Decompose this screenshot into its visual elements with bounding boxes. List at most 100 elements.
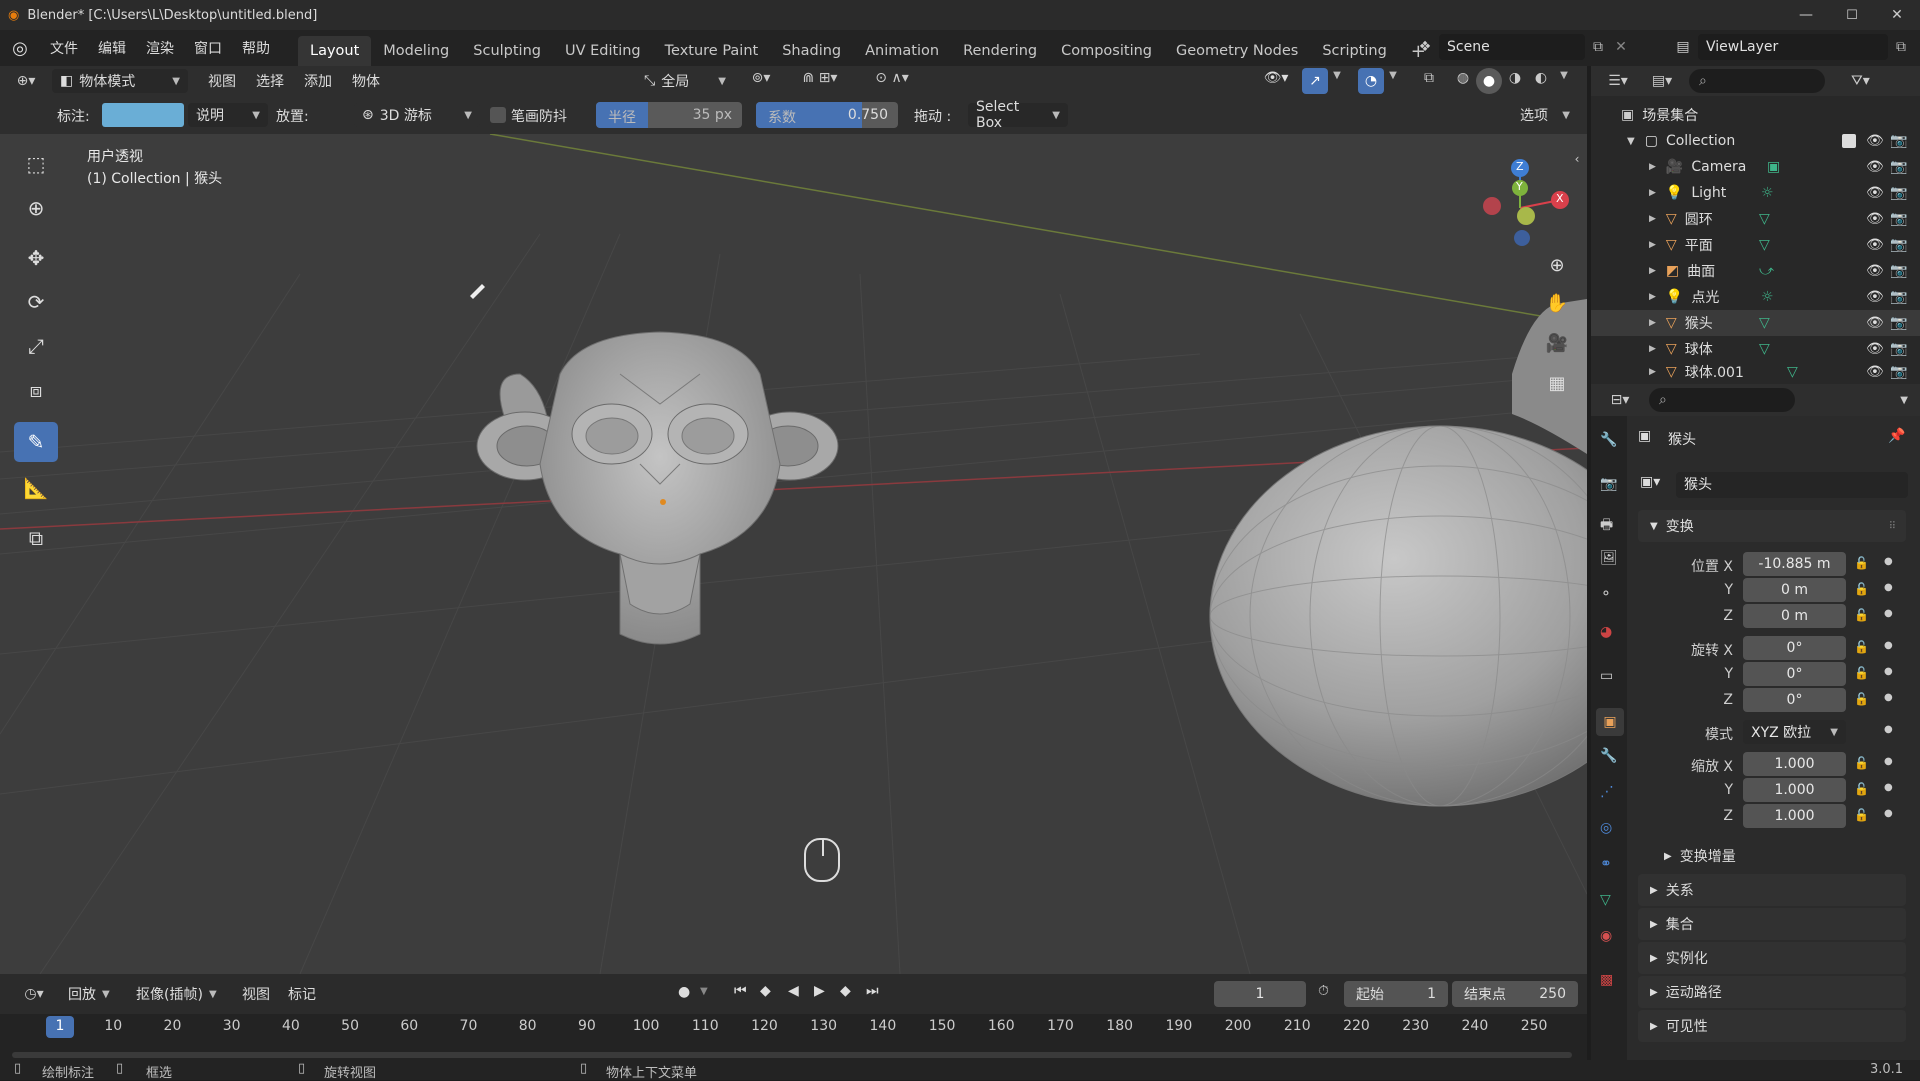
camera-render-icon[interactable]: 📷 xyxy=(1890,315,1907,331)
maximize-button[interactable]: ☐ xyxy=(1829,0,1875,30)
keyframe-dot-icon[interactable]: ● xyxy=(1884,640,1893,651)
tab-scripting[interactable]: Scripting xyxy=(1310,36,1398,66)
keying-menu[interactable]: 抠像(插帧) ▼ xyxy=(128,982,230,1006)
add-cube-tool[interactable]: ⧉ xyxy=(14,518,58,558)
overlay-menu-icon[interactable]: ▼ xyxy=(1386,70,1400,81)
gizmo-toggle-icon[interactable]: ↗ xyxy=(1302,68,1328,94)
rotation-x-field[interactable]: 0° xyxy=(1743,636,1846,660)
camera-render-icon[interactable]: 📷 xyxy=(1890,341,1907,357)
timeline-scrollbar[interactable] xyxy=(12,1052,1572,1058)
camera-render-icon[interactable]: 📷 xyxy=(1890,159,1907,175)
minimize-button[interactable]: — xyxy=(1783,0,1829,30)
transform-panel-header[interactable]: ▼ 变换 ⠿ xyxy=(1638,510,1906,542)
properties-editor-icon[interactable]: ⊟▾ xyxy=(1603,392,1637,408)
start-frame-field[interactable]: 起始 1 xyxy=(1344,981,1448,1007)
transform-orientation-dropdown[interactable]: ⤡ 全局 ▼ xyxy=(636,69,734,93)
object-tab-icon[interactable]: ▣ xyxy=(1596,708,1624,736)
expand-arrow-icon[interactable]: ▶ xyxy=(1649,344,1656,354)
playback-menu[interactable]: 回放 ▼ xyxy=(60,982,122,1006)
header-menu-view[interactable]: 视图 xyxy=(198,66,246,96)
outliner-item-sphere-001[interactable]: ▶ ▽ 球体.001 ▽ 👁 📷 xyxy=(1591,360,1920,384)
rotation-mode-dropdown[interactable]: XYZ 欧拉 ▼ xyxy=(1743,720,1846,744)
filter-icon[interactable]: ⛛▾ xyxy=(1851,73,1870,89)
gizmo-menu-icon[interactable]: ▼ xyxy=(1330,70,1344,81)
tab-texture-paint[interactable]: Texture Paint xyxy=(653,36,771,66)
material-tab-icon[interactable]: ◉ xyxy=(1600,928,1612,944)
outliner-collection[interactable]: ▼ ▢ Collection 👁 📷 xyxy=(1591,128,1920,154)
lock-icon[interactable]: 🔓 xyxy=(1854,556,1869,570)
current-frame-field[interactable]: 1 xyxy=(1214,981,1306,1007)
lock-icon[interactable]: 🔓 xyxy=(1854,582,1869,596)
lock-icon[interactable]: 🔓 xyxy=(1854,608,1869,622)
tool-tab-icon[interactable]: 🔧 xyxy=(1600,432,1617,448)
timeline-view-menu[interactable]: 视图 xyxy=(236,974,276,1014)
lock-icon[interactable]: 🔓 xyxy=(1854,692,1869,706)
timeline-marker-menu[interactable]: 标记 xyxy=(282,974,322,1014)
overlay-toggle-icon[interactable]: ◔ xyxy=(1358,68,1384,94)
outliner-item-torus[interactable]: ▶ ▽ 圆环 ▽ 👁 📷 xyxy=(1591,206,1920,232)
mode-dropdown[interactable]: ◧ 物体模式 ▼ xyxy=(52,69,188,93)
outliner-item-light[interactable]: ▶ 💡 Light ☼ 👁 📷 xyxy=(1591,180,1920,206)
pan-hand-icon[interactable]: ✋ xyxy=(1542,288,1572,318)
modifier-tab-icon[interactable]: 🔧 xyxy=(1600,748,1617,764)
expand-arrow-icon[interactable]: ▶ xyxy=(1649,162,1656,172)
scene-tab-icon[interactable]: ⚬ xyxy=(1600,586,1612,602)
tab-layout[interactable]: Layout xyxy=(298,36,372,66)
tab-sculpting[interactable]: Sculpting xyxy=(461,36,553,66)
next-keyframe-icon[interactable]: ◆ xyxy=(840,983,851,999)
instancing-panel-header[interactable]: ▶ 实例化 xyxy=(1638,942,1906,974)
proportional-edit-icon[interactable]: ⊙ ∧▾ xyxy=(862,70,922,86)
tab-shading[interactable]: Shading xyxy=(770,36,853,66)
radius-slider[interactable]: 半径 35 px xyxy=(596,102,742,128)
visibility-panel-header[interactable]: ▶ 可见性 xyxy=(1638,1010,1906,1042)
new-viewlayer-icon[interactable]: ⧉ xyxy=(1888,39,1914,55)
scale-tool[interactable]: ⤢ xyxy=(14,326,58,366)
keyframe-dot-icon[interactable]: ● xyxy=(1884,692,1893,703)
expand-arrow-icon[interactable]: ▶ xyxy=(1649,367,1656,377)
display-mode-icon[interactable]: ▤▾ xyxy=(1645,73,1679,89)
placement-dropdown[interactable]: ⊛ 3D 游标 ▼ xyxy=(354,103,480,127)
camera-render-icon[interactable]: 📷 xyxy=(1890,263,1907,279)
expand-arrow-icon[interactable]: ▼ xyxy=(1627,136,1635,147)
timeline-editor-icon[interactable]: ◷▾ xyxy=(14,986,54,1002)
header-menu-select[interactable]: 选择 xyxy=(246,66,294,96)
scene-selector[interactable]: ❖ Scene ⧉ ✕ xyxy=(1411,34,1631,60)
camera-render-icon[interactable]: 📷 xyxy=(1890,133,1907,149)
blender-menu-icon[interactable]: ◎ xyxy=(0,30,40,66)
relations-panel-header[interactable]: ▶ 关系 xyxy=(1638,874,1906,906)
select-box-tool[interactable]: ⬚ xyxy=(14,144,58,184)
expand-arrow-icon[interactable]: ▶ xyxy=(1649,188,1656,198)
sidebar-toggle-icon[interactable]: ‹ xyxy=(1570,152,1584,166)
tab-compositing[interactable]: Compositing xyxy=(1049,36,1164,66)
prev-keyframe-icon[interactable]: ◆ xyxy=(760,983,771,999)
properties-search-input[interactable]: ⌕ xyxy=(1649,388,1795,412)
keyframe-dot-icon[interactable]: ● xyxy=(1884,724,1893,735)
new-scene-icon[interactable]: ⧉ xyxy=(1585,39,1611,55)
header-menu-add[interactable]: 添加 xyxy=(294,66,342,96)
scale-z-field[interactable]: 1.000 xyxy=(1743,804,1846,828)
lock-icon[interactable]: 🔓 xyxy=(1854,756,1869,770)
factor-slider[interactable]: 系数 0.750 xyxy=(756,102,898,128)
rotate-tool[interactable]: ⟳ xyxy=(14,282,58,322)
outliner-search-input[interactable]: ⌕ xyxy=(1689,69,1825,93)
gizmo-neg-x-axis[interactable] xyxy=(1483,197,1501,215)
measure-tool[interactable]: 📐 xyxy=(14,468,58,508)
keyframe-dot-icon[interactable]: ● xyxy=(1884,808,1893,819)
camera-render-icon[interactable]: 📷 xyxy=(1890,211,1907,227)
texture-tab-icon[interactable]: ▩ xyxy=(1600,972,1613,988)
wireframe-shading-icon[interactable]: ◍ xyxy=(1450,70,1476,86)
menu-file[interactable]: 文件 xyxy=(40,30,88,66)
3d-viewport[interactable]: 用户透视 (1) Collection | 猴头 ⬚ ⊕ ✥ ⟳ ⤢ ⧈ ✎ 📐… xyxy=(0,134,1587,974)
camera-render-icon[interactable]: 📷 xyxy=(1890,364,1907,380)
data-tab-icon[interactable]: ▽ xyxy=(1600,892,1611,908)
delta-transform-subpanel[interactable]: ▶ 变换增量 xyxy=(1664,846,1736,866)
tab-rendering[interactable]: Rendering xyxy=(951,36,1049,66)
perspective-toggle-icon[interactable]: ▦ xyxy=(1542,368,1572,398)
eye-icon[interactable]: 👁 xyxy=(1866,315,1884,331)
camera-render-icon[interactable]: 📷 xyxy=(1890,289,1907,305)
gizmo-neg-y-axis[interactable] xyxy=(1517,207,1535,225)
pin-icon[interactable]: 📌 xyxy=(1888,428,1905,444)
editor-type-icon[interactable]: ⊕▾ xyxy=(0,73,52,89)
material-shading-icon[interactable]: ◑ xyxy=(1502,70,1528,86)
keyframe-dot-icon[interactable]: ● xyxy=(1884,666,1893,677)
